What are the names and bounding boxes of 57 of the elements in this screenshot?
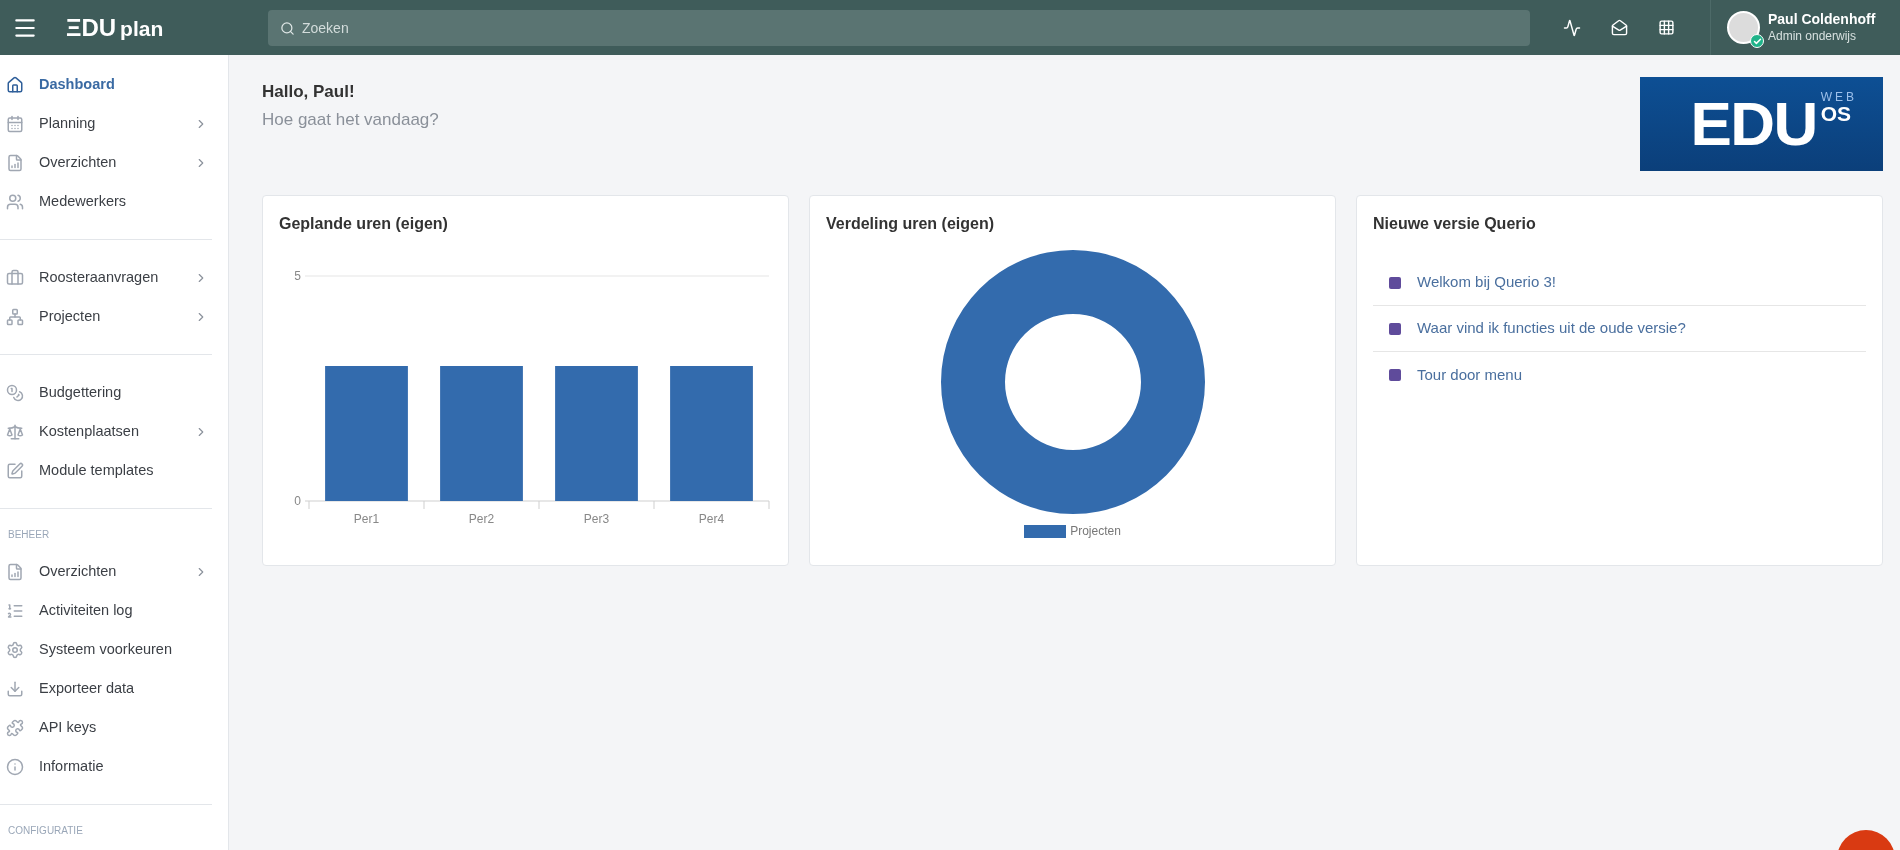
sidebar-item[interactable]: Dashboard — [0, 65, 212, 104]
axis-category-label: Per3 — [583, 512, 610, 526]
edit-icon — [6, 461, 24, 480]
document-icon — [6, 153, 24, 172]
axis-category-label: Per1 — [353, 512, 380, 526]
briefcase-icon — [6, 268, 24, 287]
sidebar-item[interactable]: Projecten — [0, 297, 212, 336]
sidebar-item[interactable]: Overzichten — [0, 143, 212, 182]
avatar[interactable] — [1727, 11, 1760, 44]
sidebar-item[interactable]: Kostenplaatsen — [0, 412, 212, 451]
axis-tick-label: 0 — [294, 494, 301, 508]
sidebar-item[interactable]: Module templates — [0, 451, 212, 490]
axis-category-label: Per4 — [698, 512, 725, 526]
settings-icon — [6, 640, 24, 659]
list-icon — [6, 601, 24, 620]
scale-icon — [6, 422, 24, 441]
search-icon — [280, 20, 295, 36]
sidebar-item[interactable]: Overzichten — [0, 552, 212, 591]
axis-tick-label: 5 — [294, 269, 301, 283]
sidebar-item[interactable]: Budgettering — [0, 373, 212, 412]
coins-icon — [6, 383, 24, 402]
section-heading: CONFIGURATIE — [7, 824, 84, 838]
sidebar-item[interactable]: API keys — [0, 708, 212, 747]
activity-icon[interactable] — [1563, 18, 1581, 37]
user-role: Admin onderwijs — [1768, 28, 1858, 44]
news-link[interactable]: Tour door menu — [1417, 363, 1523, 387]
home-icon — [6, 75, 24, 94]
sidebar-item[interactable]: Informatie — [0, 747, 212, 786]
news-link[interactable]: Waar vind ik functies uit de oude versie? — [1417, 317, 1686, 340]
sidebar-item[interactable]: Medewerkers — [0, 182, 212, 221]
sidebar-item[interactable]: Systeem voorkeuren — [0, 630, 212, 669]
network-icon — [6, 307, 24, 326]
sidebar-item[interactable]: Activiteiten log — [0, 591, 212, 630]
download-icon — [6, 679, 24, 698]
news-link[interactable]: Welkom bij Querio 3! — [1417, 271, 1556, 294]
sidebar-item[interactable]: Planning — [0, 104, 212, 143]
greeting-title: Hallo, Paul! — [262, 81, 356, 103]
legend-label: Projecten — [1070, 523, 1121, 540]
app-logo: ΞDU plan — [66, 12, 165, 43]
people-icon — [6, 192, 24, 211]
search-field[interactable]: Zoeken — [268, 9, 1530, 46]
card-title: Geplande uren (eigen) — [279, 214, 449, 234]
apps-grid-icon[interactable] — [1658, 19, 1675, 36]
section-heading: BEHEER — [7, 528, 51, 542]
calendar-icon — [6, 114, 24, 133]
card-title: Verdeling uren (eigen) — [826, 214, 996, 234]
sidebar-item[interactable]: Exporteer data — [0, 669, 212, 708]
document-icon — [6, 562, 24, 581]
card-title: Nieuwe versie Querio — [1373, 214, 1537, 234]
info-icon — [6, 757, 24, 776]
legend-swatch — [1024, 524, 1067, 538]
sidebar-item[interactable]: Roosteraanvragen — [0, 258, 212, 297]
axis-category-label: Per2 — [468, 512, 495, 526]
user-name: Paul Coldenhoff — [1768, 11, 1876, 29]
greeting-subtitle: Hoe gaat het vandaag? — [262, 108, 439, 131]
puzzle-icon — [6, 718, 24, 737]
mail-icon[interactable] — [1611, 19, 1628, 36]
